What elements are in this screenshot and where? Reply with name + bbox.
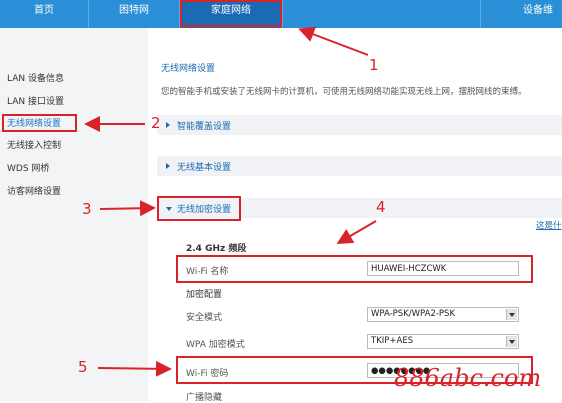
wpa-mode-select[interactable]: TKIP+AES xyxy=(367,334,519,349)
sidebar: LAN 设备信息 LAN 接口设置 无线网络设置 无线接入控制 WDS 网桥 访… xyxy=(0,28,148,401)
section-label: 智能覆盖设置 xyxy=(177,122,232,132)
chevron-right-icon xyxy=(166,163,170,169)
security-mode-label: 安全模式 xyxy=(186,313,223,323)
section-label: 无线基本设置 xyxy=(177,163,232,173)
band-heading: 2.4 GHz 频段 xyxy=(186,244,247,254)
annotation-number: 5 xyxy=(78,358,88,376)
highlight-box-wifi-name xyxy=(176,255,533,283)
sidebar-item-lan-devices[interactable]: LAN 设备信息 xyxy=(7,72,64,86)
page-title: 无线网络设置 xyxy=(161,64,216,74)
dropdown-arrow-icon xyxy=(506,309,517,320)
sidebar-item-lan-interface[interactable]: LAN 接口设置 xyxy=(7,95,64,109)
security-mode-select[interactable]: WPA-PSK/WPA2-PSK xyxy=(367,307,519,322)
sidebar-item-wireless-access[interactable]: 无线接入控制 xyxy=(7,139,61,153)
annotation-number: 4 xyxy=(376,198,386,216)
annotation-number: 1 xyxy=(369,56,379,74)
dropdown-arrow-icon xyxy=(506,336,517,347)
highlight-box-nav xyxy=(180,0,282,27)
highlight-box-section xyxy=(157,196,241,221)
security-mode-value: WPA-PSK/WPA2-PSK xyxy=(371,309,456,319)
watermark: 886abc.com xyxy=(394,364,542,392)
encryption-heading: 加密配置 xyxy=(186,290,223,300)
sidebar-item-guest-network[interactable]: 访客网络设置 xyxy=(7,185,61,199)
annotation-number: 3 xyxy=(82,200,92,218)
chevron-right-icon xyxy=(166,122,170,128)
nav-separator xyxy=(282,0,283,28)
wpa-mode-value: TKIP+AES xyxy=(371,336,414,346)
section-smart-coverage[interactable]: 智能覆盖设置 xyxy=(157,115,562,135)
nav-internet[interactable]: 困特网 xyxy=(89,0,179,28)
nav-home[interactable]: 首页 xyxy=(0,0,88,28)
broadcast-hidden-label: 广播隐藏 xyxy=(186,393,223,403)
help-link[interactable]: 这是什 xyxy=(536,219,562,231)
annotation-number: 2 xyxy=(151,114,161,132)
section-wireless-basic[interactable]: 无线基本设置 xyxy=(157,156,562,176)
sidebar-item-wds[interactable]: WDS 网桥 xyxy=(7,162,49,176)
wpa-mode-label: WPA 加密模式 xyxy=(186,340,245,350)
highlight-box-sidebar xyxy=(2,114,77,132)
page-description: 您的智能手机或安装了无线网卡的计算机，可使用无线网络功能实现无线上网，摆脱网线的… xyxy=(161,87,527,97)
nav-device-maintenance[interactable]: 设备维 xyxy=(481,0,562,28)
